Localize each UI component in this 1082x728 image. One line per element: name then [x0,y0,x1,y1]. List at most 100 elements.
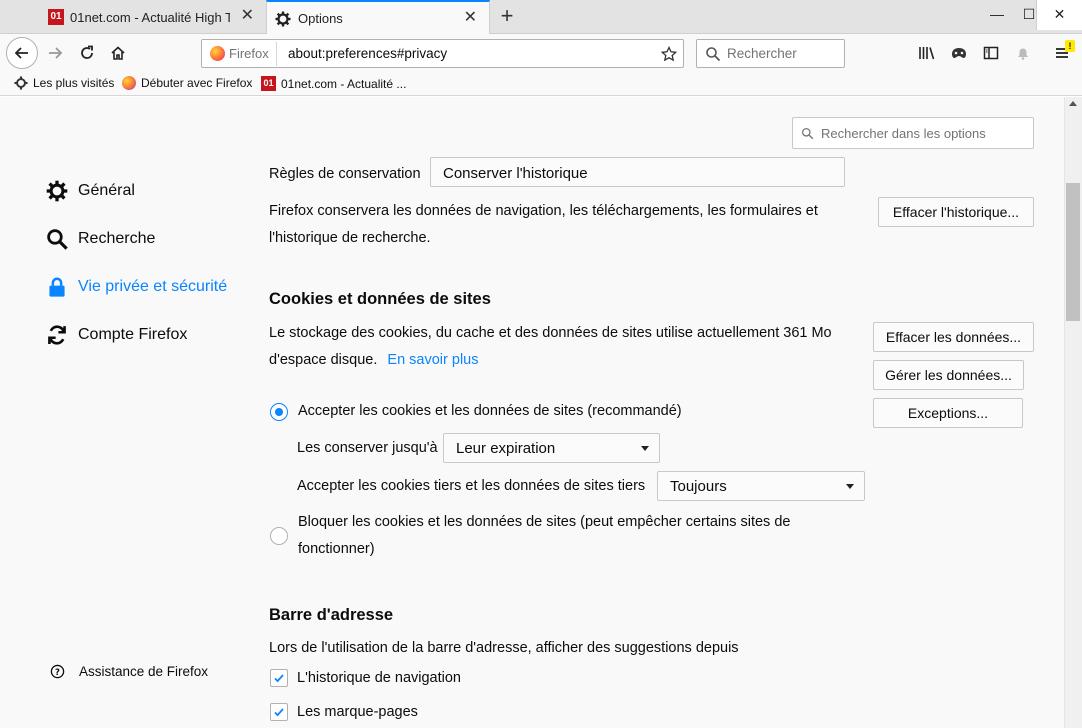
close-window-button[interactable]: ✕ [1036,0,1082,30]
url-bar[interactable]: Firefox about:preferences#privacy [201,39,684,68]
third-party-select[interactable]: Toujours [657,471,865,501]
history-mode-row: Règles de conservation Conserver l'histo… [269,157,869,187]
01net-favicon-icon: 01 [261,76,276,91]
bookmark-most-visited[interactable]: Les plus visités [14,76,114,90]
scroll-up-icon[interactable] [1069,101,1077,106]
block-cookies-line: fonctionner) [298,541,375,557]
forward-button[interactable] [40,38,70,68]
sidebar-item-label: Compte Firefox [78,326,188,343]
sidebar-item-label: Recherche [78,230,156,247]
private-browsing-button[interactable] [944,38,974,68]
search-placeholder: Rechercher dans les options [821,126,986,141]
block-cookies-label[interactable]: Bloquer les cookies et les données de si… [298,509,790,563]
reload-icon [81,45,93,59]
bookmark-01net[interactable]: 01 01net.com - Actualité ... [261,76,406,91]
clear-history-button[interactable]: Effacer l'historique... [878,197,1034,227]
history-mode-select[interactable]: Conserver l'historique [430,157,845,187]
manage-data-button[interactable]: Gérer les données... [873,360,1024,390]
help-icon: ? [50,664,65,679]
star-icon[interactable] [661,46,677,62]
history-suggestions-checkbox[interactable] [270,669,288,687]
svg-text:?: ? [55,667,60,677]
sidebar-item-general[interactable]: Général [46,180,135,202]
close-tab-button[interactable]: ✕ [241,8,254,24]
history-description: Firefox conservera les données de naviga… [269,198,818,252]
support-link[interactable]: ? Assistance de Firefox [50,664,208,679]
gear-icon [14,76,28,90]
bookmark-label: 01net.com - Actualité ... [281,76,407,91]
search-placeholder: Rechercher [727,46,797,61]
tab-title: Options [298,11,343,26]
history-mode-label: Règles de conservation [269,166,421,182]
identity-box[interactable]: Firefox [210,46,269,61]
firefox-logo-icon [210,46,225,61]
gear-icon [46,180,68,202]
chevron-down-icon [846,484,854,489]
search-icon [47,229,68,250]
accept-cookies-radio[interactable] [270,403,288,421]
home-icon [111,46,125,60]
update-badge-icon: ! [1065,40,1075,52]
url-text[interactable]: about:preferences#privacy [288,46,447,61]
search-icon [706,47,721,62]
close-tab-button[interactable]: ✕ [464,10,477,26]
library-icon [919,47,935,60]
url-divider [276,42,277,66]
sidebar-item-sync[interactable]: Compte Firefox [46,324,187,346]
bookmarks-suggestions-checkbox[interactable] [270,703,288,721]
arrow-left-icon [14,47,28,59]
library-button[interactable] [912,38,942,68]
search-icon [801,127,814,140]
address-bar-description: Lors de l'utilisation de la barre d'adre… [269,640,739,656]
firefox-logo-icon [122,76,136,90]
mask-icon [952,48,966,58]
history-desc-line: Firefox conservera les données de naviga… [269,203,818,219]
preferences-search-input[interactable]: Rechercher dans les options [792,117,1034,149]
exceptions-button[interactable]: Exceptions... [873,398,1023,428]
identity-label: Firefox [229,46,269,61]
bookmark-label: Les plus visités [33,76,115,90]
select-value: Toujours [670,477,727,495]
history-suggestions-label[interactable]: L'historique de navigation [297,665,461,692]
sidebar-icon [983,46,999,60]
learn-more-link[interactable]: En savoir plus [387,352,478,368]
block-cookies-radio[interactable] [270,527,288,545]
tab-options[interactable]: Options ✕ [266,0,490,35]
01net-favicon-icon: 01 [48,9,64,25]
select-value: Conserver l'historique [443,164,588,182]
sidebar-item-search[interactable]: Recherche [46,228,155,250]
sidebar-button[interactable] [976,38,1006,68]
arrow-right-icon [49,47,63,59]
bookmark-getting-started[interactable]: Débuter avec Firefox [122,76,252,90]
chevron-down-icon [641,446,649,451]
new-tab-button[interactable]: + [494,4,520,30]
tab-01net[interactable]: 01 01net.com - Actualité High Tec ✕ [40,0,266,34]
menu-button[interactable]: ! [1047,38,1077,68]
bell-icon [1018,48,1028,60]
accept-cookies-label[interactable]: Accepter les cookies et les données de s… [298,398,682,425]
sidebar-item-label: Vie privée et sécurité [78,278,228,295]
notifications-button[interactable] [1008,38,1038,68]
home-button[interactable] [103,38,133,68]
sidebar-item-privacy[interactable]: Vie privée et sécurité [46,276,227,298]
cookies-heading: Cookies et données de sites [269,290,491,308]
block-cookies-line: Bloquer les cookies et les données de si… [298,514,791,530]
support-label: Assistance de Firefox [79,664,209,679]
keep-until-select[interactable]: Leur expiration [443,433,660,463]
cookies-description: Le stockage des cookies, du cache et des… [269,320,859,374]
back-button[interactable] [6,37,38,69]
third-party-label: Accepter les cookies tiers et les donnée… [297,478,646,494]
search-bar[interactable]: Rechercher [696,39,845,68]
bookmarks-suggestions-label[interactable]: Les marque-pages [297,699,418,726]
tab-title: 01net.com - Actualité High Tec [70,9,230,25]
sync-icon [48,325,66,345]
clear-data-button[interactable]: Effacer les données... [873,322,1034,352]
lock-icon [49,277,65,297]
bookmark-label: Débuter avec Firefox [141,76,253,90]
scrollbar-thumb[interactable] [1066,183,1080,321]
cookies-desc-line: d'espace disque. [269,352,378,368]
address-bar-heading: Barre d'adresse [269,606,394,624]
keep-until-label: Les conserver jusqu'à [297,440,438,456]
reload-button[interactable] [72,38,102,68]
checkmark-icon [274,674,284,683]
